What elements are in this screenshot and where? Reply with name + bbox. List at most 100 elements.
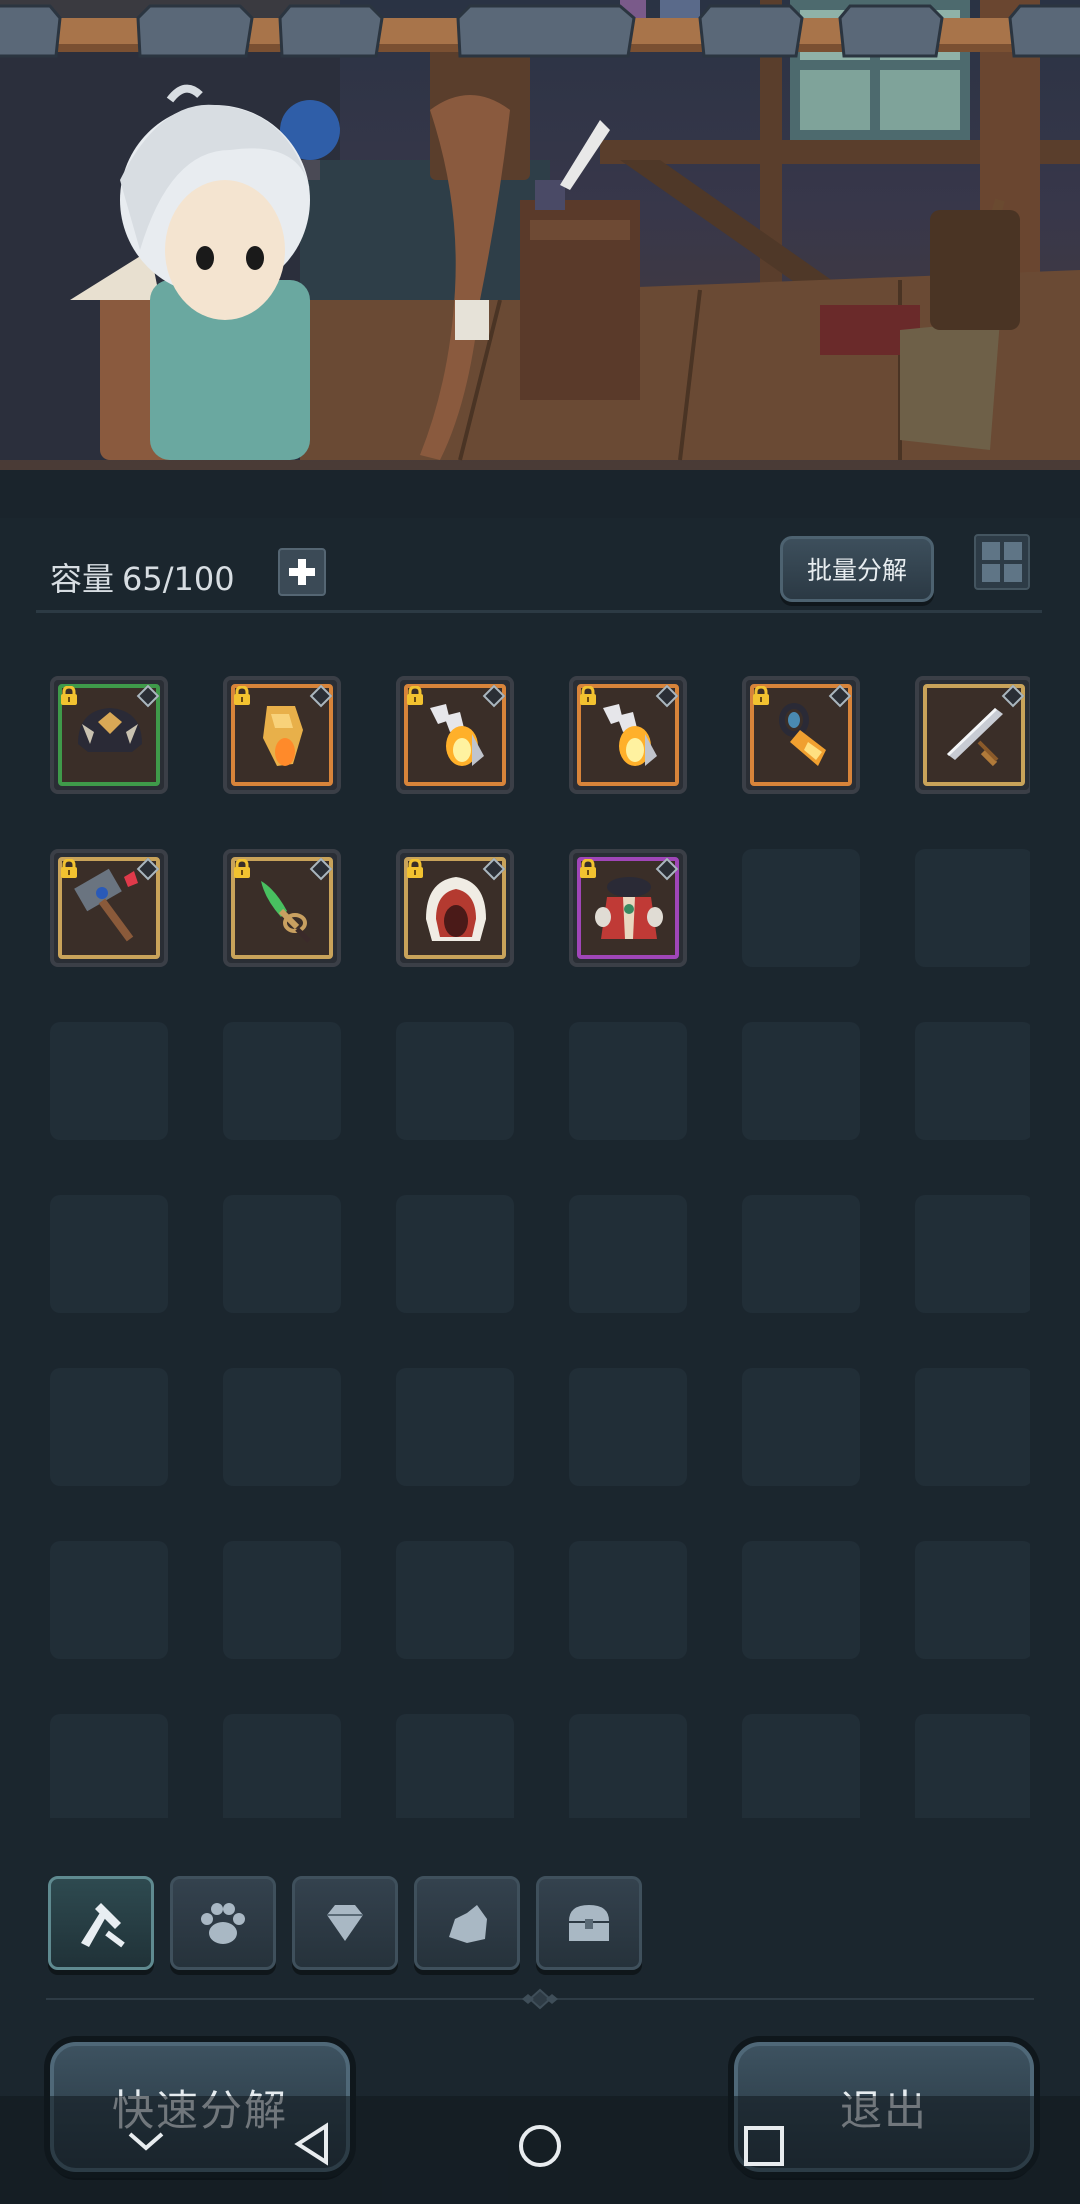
grid-view-toggle[interactable] — [974, 534, 1030, 590]
gauntlet-icon — [263, 706, 303, 766]
empty-slot[interactable] — [223, 1714, 341, 1818]
flame-boot-icon — [430, 704, 484, 766]
tab-pets[interactable] — [170, 1876, 276, 1970]
empty-slot[interactable] — [396, 1022, 514, 1140]
grid-icon-cell — [1004, 542, 1022, 560]
character-scene — [0, 0, 1080, 470]
empty-slot[interactable] — [742, 1541, 860, 1659]
hammer-icon — [74, 868, 138, 942]
empty-slot[interactable] — [742, 1368, 860, 1486]
sword-icon — [947, 708, 1003, 767]
empty-slot[interactable] — [915, 1714, 1030, 1818]
inventory-item-flame-boots-a[interactable] — [396, 676, 514, 794]
home-icon[interactable] — [516, 2122, 564, 2170]
inventory-item-dark-crown-helmet[interactable] — [50, 676, 168, 794]
empty-slot[interactable] — [396, 1714, 514, 1818]
lock-icon — [407, 686, 423, 705]
helmet-icon — [78, 708, 142, 752]
inventory-item-steel-sword[interactable] — [915, 676, 1030, 794]
item-card — [742, 676, 860, 794]
weapons-icon — [81, 1903, 125, 1948]
item-card — [50, 676, 168, 794]
capacity-display: 容量 65/100 — [50, 554, 235, 600]
capacity-value: 65/100 — [122, 560, 235, 598]
empty-slot[interactable] — [742, 849, 860, 967]
paw-icon — [201, 1903, 245, 1944]
hood-icon — [426, 877, 486, 941]
robe-icon — [595, 877, 663, 939]
empty-slot[interactable] — [50, 1714, 168, 1818]
bracer-icon — [779, 703, 826, 766]
empty-slot[interactable] — [742, 1714, 860, 1818]
empty-slot[interactable] — [569, 1541, 687, 1659]
empty-slot[interactable] — [569, 1195, 687, 1313]
batch-decompose-button[interactable]: 批量分解 — [780, 536, 934, 602]
item-card — [50, 849, 168, 967]
empty-slot[interactable] — [915, 1195, 1030, 1313]
empty-slot[interactable] — [223, 1022, 341, 1140]
empty-slot[interactable] — [223, 1195, 341, 1313]
inventory-item-flame-boots-b[interactable] — [569, 676, 687, 794]
empty-slot[interactable] — [569, 1022, 687, 1140]
inventory-item-emerald-dagger[interactable] — [223, 849, 341, 967]
plus-icon — [289, 559, 315, 585]
item-card — [396, 849, 514, 967]
grid-icon-cell — [982, 542, 1000, 560]
empty-slot[interactable] — [50, 1541, 168, 1659]
empty-slot[interactable] — [50, 1022, 168, 1140]
item-card — [569, 849, 687, 967]
empty-slot[interactable] — [223, 1541, 341, 1659]
header-separator — [36, 610, 1042, 613]
empty-slot[interactable] — [915, 1022, 1030, 1140]
empty-slot[interactable] — [742, 1195, 860, 1313]
lock-icon — [61, 686, 77, 705]
tab-equipment[interactable] — [48, 1876, 154, 1970]
grid-icon-cell — [1004, 564, 1022, 582]
empty-slot[interactable] — [50, 1368, 168, 1486]
empty-slot[interactable] — [742, 1022, 860, 1140]
tab-gems[interactable] — [292, 1876, 398, 1970]
empty-slot[interactable] — [396, 1195, 514, 1313]
inventory-item-golden-bracer[interactable] — [742, 676, 860, 794]
inventory-item-red-hood[interactable] — [396, 849, 514, 967]
divider-ornament — [522, 1988, 558, 2010]
lock-icon — [234, 686, 250, 705]
inventory-item-golden-gauntlet[interactable] — [223, 676, 341, 794]
inventory-item-war-hammer[interactable] — [50, 849, 168, 967]
item-card — [223, 849, 341, 967]
tab-chests[interactable] — [536, 1876, 642, 1970]
item-card — [396, 676, 514, 794]
empty-slot[interactable] — [569, 1714, 687, 1818]
system-navigation-bar — [0, 2096, 1080, 2204]
grid-icon-cell — [982, 564, 1000, 582]
ore-icon — [449, 1905, 487, 1943]
item-card — [223, 676, 341, 794]
empty-slot[interactable] — [396, 1541, 514, 1659]
empty-slot[interactable] — [915, 1368, 1030, 1486]
empty-slot[interactable] — [915, 1541, 1030, 1659]
empty-slot[interactable] — [396, 1368, 514, 1486]
inventory-panel: 容量 65/100 批量分解 — [0, 518, 1080, 1870]
item-card — [915, 676, 1030, 794]
lock-icon — [753, 686, 769, 705]
back-icon[interactable] — [292, 2122, 332, 2166]
inventory-item-crimson-robe[interactable] — [569, 849, 687, 967]
empty-slot[interactable] — [569, 1368, 687, 1486]
expand-capacity-button[interactable] — [278, 548, 326, 596]
wooden-rail-divider — [0, 4, 1080, 58]
inventory-grid — [50, 676, 1030, 1818]
empty-slot[interactable] — [915, 849, 1030, 967]
empty-slot[interactable] — [223, 1368, 341, 1486]
diamond-icon — [327, 1905, 363, 1941]
recents-icon[interactable] — [742, 2124, 786, 2168]
lock-icon — [580, 859, 596, 878]
lock-icon — [61, 859, 77, 878]
lock-icon — [580, 686, 596, 705]
chest-icon — [569, 1905, 609, 1941]
tab-materials[interactable] — [414, 1876, 520, 1970]
chevron-down-icon[interactable] — [126, 2130, 166, 2154]
flame-boot-icon — [603, 704, 657, 766]
empty-slot[interactable] — [50, 1195, 168, 1313]
lock-icon — [407, 859, 423, 878]
dagger-icon — [261, 881, 311, 943]
